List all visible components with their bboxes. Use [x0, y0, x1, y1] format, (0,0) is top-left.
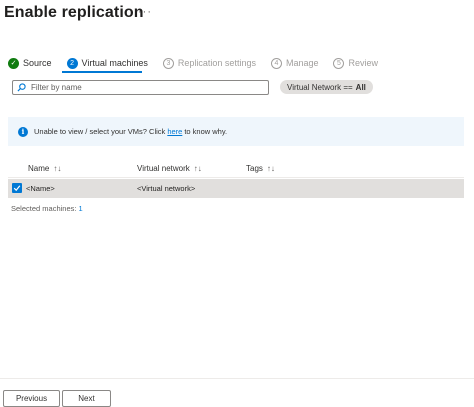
step-number-icon: 3 — [162, 57, 174, 69]
filter-by-name-box[interactable] — [12, 80, 269, 95]
checkmark-icon — [13, 185, 21, 192]
more-options-icon[interactable]: ··· — [138, 6, 152, 18]
wizard-steps: ✓ Source 2 Virtual machines 3 Replicatio… — [8, 55, 393, 71]
step-number-icon: 2 — [66, 57, 78, 69]
step-label: Virtual machines — [81, 58, 148, 68]
info-here-link[interactable]: here — [167, 127, 182, 136]
pill-key: Virtual Network == — [287, 82, 353, 92]
cell-name: <Name> — [26, 184, 55, 193]
step-replication-settings[interactable]: 3 Replication settings — [162, 55, 256, 71]
step-virtual-machines[interactable]: 2 Virtual machines — [66, 55, 148, 71]
selected-machines-count: 1 — [78, 204, 83, 213]
sort-icon: ↑↓ — [53, 164, 62, 173]
step-label: Source — [23, 58, 52, 68]
cell-virtual-network: <Virtual network> — [137, 184, 196, 193]
row-checkbox[interactable] — [12, 183, 22, 193]
column-header-name[interactable]: Name ↑↓ — [28, 164, 61, 173]
step-source[interactable]: ✓ Source — [8, 55, 52, 71]
info-text-after: to know why. — [184, 127, 228, 136]
next-button[interactable]: Next — [62, 390, 111, 407]
step-number-icon: 4 — [270, 57, 282, 69]
info-icon: i — [18, 126, 28, 137]
page-title: Enable replication — [4, 4, 144, 21]
info-banner: i Unable to view / select your VMs? Clic… — [8, 117, 464, 146]
virtual-network-filter-pill[interactable]: Virtual Network == All — [280, 80, 373, 94]
step-label: Review — [348, 58, 378, 68]
info-text-before: Unable to view / select your VMs? Click — [34, 127, 166, 136]
column-label: Virtual network — [137, 164, 190, 173]
active-step-indicator — [62, 71, 142, 73]
checkmark-icon: ✓ — [8, 57, 19, 69]
table-header: Name ↑↓ Virtual network ↑↓ Tags ↑↓ — [8, 160, 464, 178]
step-number-icon: 5 — [333, 57, 345, 69]
selected-machines-summary: Selected machines: 1 — [11, 204, 83, 213]
pill-value: All — [355, 82, 366, 92]
column-header-virtual-network[interactable]: Virtual network ↑↓ — [137, 164, 202, 173]
step-review[interactable]: 5 Review — [333, 55, 378, 71]
step-label: Manage — [285, 58, 319, 68]
step-label: Replication settings — [177, 58, 256, 68]
table-row[interactable]: <Name> <Virtual network> — [8, 179, 464, 198]
column-label: Tags — [246, 164, 263, 173]
selected-machines-label: Selected machines: — [11, 204, 79, 213]
sort-icon: ↑↓ — [193, 164, 202, 173]
column-header-tags[interactable]: Tags ↑↓ — [246, 164, 275, 173]
sort-icon: ↑↓ — [266, 164, 275, 173]
previous-button[interactable]: Previous — [3, 390, 60, 407]
search-icon — [17, 83, 26, 92]
column-label: Name — [28, 164, 50, 173]
filter-by-name-input[interactable] — [31, 83, 261, 92]
footer-divider — [0, 378, 474, 379]
step-manage[interactable]: 4 Manage — [270, 55, 319, 71]
